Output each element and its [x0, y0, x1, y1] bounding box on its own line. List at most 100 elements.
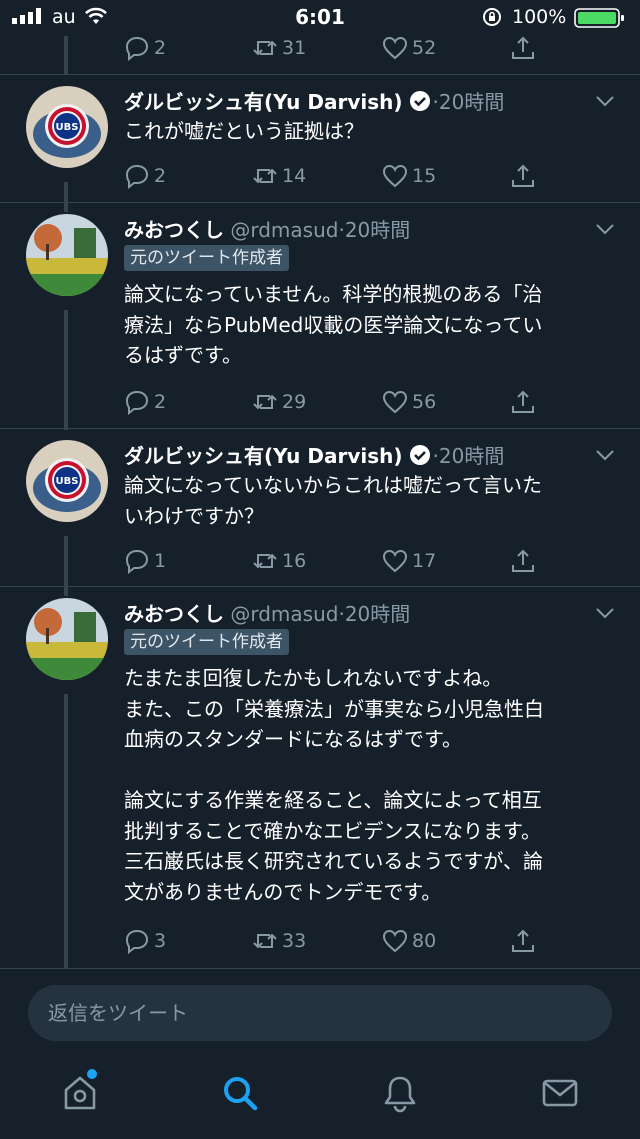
tweet-actions: 3 33 80 — [124, 925, 564, 957]
tweet-text: 論文になっていないからこれは嘘だって言いた いわけですか？ — [124, 473, 542, 528]
retweet-count: 33 — [282, 930, 307, 952]
display-name[interactable]: ダルビッシュ有(Yu Darvish) — [124, 444, 403, 468]
like-button[interactable]: 80 — [382, 925, 436, 957]
like-count: 56 — [412, 391, 437, 413]
reply-icon — [125, 390, 149, 415]
display-name[interactable]: みおつくし — [124, 602, 224, 626]
reply-input[interactable] — [28, 985, 612, 1041]
verified-badge-icon — [409, 445, 430, 465]
reply-button[interactable]: 2 — [124, 386, 166, 418]
verified-badge-icon — [409, 91, 430, 111]
park-landscape-avatar — [26, 214, 108, 296]
avatar[interactable] — [26, 598, 108, 680]
timestamp: ·20時間 — [432, 90, 505, 114]
retweet-count: 14 — [282, 165, 307, 187]
tweet[interactable]: みおつくし @rdmasud·20時間 元のツイート作成者 論文になっていません… — [0, 214, 640, 414]
retweet-button[interactable]: 31 — [252, 32, 306, 64]
timestamp: ·20時間 — [432, 444, 505, 468]
search-icon[interactable] — [220, 1073, 260, 1113]
svg-text:UBS: UBS — [56, 476, 79, 487]
divider — [0, 586, 640, 587]
conversation-thread: 2 31 52 UBS ダルビッシュ有(Yu Darvish) ·20時間 これ… — [0, 0, 640, 968]
tweet-text: たまたま回復したかもしれないですよね。 また、この「栄養療法」が事実なら小児急性… — [124, 666, 544, 904]
original-author-badge: 元のツイート作成者 — [124, 629, 289, 655]
like-button[interactable]: 52 — [382, 32, 436, 64]
share-button[interactable] — [510, 545, 540, 577]
share-button[interactable] — [510, 386, 540, 418]
tweet-header: みおつくし @rdmasud·20時間 — [124, 598, 410, 628]
svg-text:UBS: UBS — [56, 122, 79, 133]
chevron-down-icon[interactable] — [594, 602, 616, 624]
like-count: 15 — [412, 165, 437, 187]
reply-icon — [125, 929, 149, 954]
tweet-header: ダルビッシュ有(Yu Darvish) ·20時間 — [124, 440, 504, 470]
like-button[interactable]: 15 — [382, 160, 436, 192]
bottom-panel — [0, 968, 640, 1139]
retweet-icon — [253, 168, 277, 184]
home-icon[interactable] — [60, 1073, 100, 1113]
tweet-header: ダルビッシュ有(Yu Darvish) ·20時間 — [124, 86, 504, 116]
tweet[interactable]: みおつくし @rdmasud·20時間 元のツイート作成者 たまたま回復したかも… — [0, 598, 640, 938]
original-author-badge: 元のツイート作成者 — [124, 245, 289, 271]
reply-button[interactable]: 1 — [124, 545, 166, 577]
chevron-down-icon[interactable] — [594, 90, 616, 112]
notifications-icon[interactable] — [380, 1073, 420, 1113]
share-button[interactable] — [510, 160, 540, 192]
share-icon — [512, 390, 534, 413]
new-content-dot — [87, 1069, 97, 1079]
share-button[interactable] — [510, 32, 540, 64]
heart-icon — [382, 390, 408, 414]
divider — [0, 74, 640, 75]
tweet-actions: 2 14 15 — [124, 160, 564, 192]
user-handle[interactable]: @rdmasud — [230, 218, 338, 242]
retweet-count: 29 — [282, 391, 307, 413]
chevron-down-icon[interactable] — [594, 218, 616, 240]
reply-count: 3 — [154, 930, 167, 952]
reply-icon — [125, 164, 149, 189]
tweet-actions: 2 31 52 — [124, 32, 564, 64]
heart-icon — [382, 549, 408, 573]
reply-button[interactable]: 3 — [124, 925, 166, 957]
heart-icon — [382, 36, 408, 60]
reply-count: 2 — [154, 165, 167, 187]
like-button[interactable]: 56 — [382, 386, 436, 418]
retweet-icon — [253, 553, 277, 569]
reply-count: 1 — [154, 550, 167, 572]
display-name[interactable]: ダルビッシュ有(Yu Darvish) — [124, 90, 403, 114]
park-landscape-avatar — [26, 598, 108, 680]
retweet-icon — [253, 40, 277, 56]
retweet-button[interactable]: 16 — [252, 545, 306, 577]
timestamp: ·20時間 — [338, 602, 411, 626]
like-count: 52 — [412, 37, 437, 59]
heart-icon — [382, 929, 408, 953]
tweet-actions: 2 29 56 — [124, 386, 564, 418]
user-handle[interactable]: @rdmasud — [230, 602, 338, 626]
reply-icon — [125, 36, 149, 61]
reply-button[interactable]: 2 — [124, 32, 166, 64]
tweet-text: 論文になっていません。科学的根拠のある「治 療法」ならPubMed収載の医学論文… — [124, 282, 543, 367]
messages-icon[interactable] — [540, 1073, 580, 1113]
reply-button[interactable]: 2 — [124, 160, 166, 192]
tweet-actions: 1 16 17 — [124, 545, 564, 577]
retweet-icon — [253, 394, 277, 410]
like-button[interactable]: 17 — [382, 545, 436, 577]
divider — [0, 428, 640, 429]
retweet-button[interactable]: 33 — [252, 925, 306, 957]
cubs-logo-avatar: UBS — [26, 86, 108, 168]
avatar[interactable]: UBS — [26, 86, 108, 168]
reply-count: 2 — [154, 37, 167, 59]
share-icon — [512, 164, 534, 187]
display-name[interactable]: みおつくし — [124, 218, 224, 242]
retweet-button[interactable]: 14 — [252, 160, 306, 192]
tweet-text: これが嘘だという証拠は？ — [124, 119, 364, 143]
avatar[interactable] — [26, 214, 108, 296]
avatar[interactable]: UBS — [26, 440, 108, 522]
heart-icon — [382, 164, 408, 188]
share-button[interactable] — [510, 925, 540, 957]
chevron-down-icon[interactable] — [594, 444, 616, 466]
retweet-icon — [253, 933, 277, 949]
retweet-count: 31 — [282, 37, 307, 59]
thread-connector — [64, 36, 68, 74]
share-icon — [512, 36, 534, 59]
retweet-button[interactable]: 29 — [252, 386, 306, 418]
